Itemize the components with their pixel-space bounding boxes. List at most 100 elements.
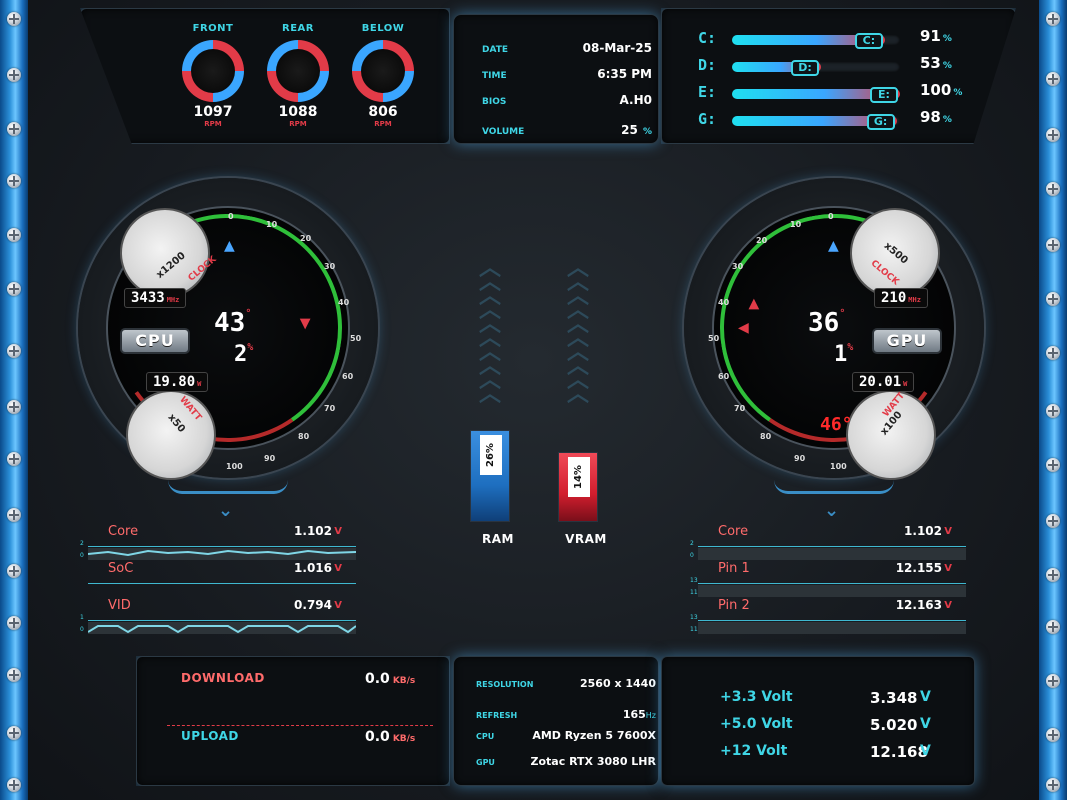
screw-icon <box>1046 238 1060 252</box>
graph-scale: 13 <box>690 614 698 621</box>
screw-icon <box>1046 514 1060 528</box>
gpu-power-unit: W <box>903 380 908 388</box>
clock-subdial <box>120 208 210 298</box>
screw-icon <box>1046 182 1060 196</box>
screw-icon <box>1046 778 1060 792</box>
divider <box>698 583 966 584</box>
screw-icon <box>7 68 21 82</box>
volt-name: Pin 2 <box>718 598 750 613</box>
screw-icon <box>1046 72 1060 86</box>
graph-scale: 11 <box>690 626 698 633</box>
drive-percent-value: 98 <box>920 108 941 126</box>
volt-graph <box>88 548 356 560</box>
volt-value: 1.102 <box>294 524 332 538</box>
drive-percent: 100% <box>920 81 962 99</box>
screw-icon <box>7 344 21 358</box>
rail-unit: V <box>920 689 931 705</box>
cpu-temp-unit: ° <box>245 308 252 319</box>
drive-percent: 91% <box>920 27 952 45</box>
cpu-load: 2% <box>234 342 253 367</box>
drive-percent-value: 91 <box>920 27 941 45</box>
vram-percent-tag: 14% <box>568 457 590 497</box>
screw-icon <box>7 564 21 578</box>
fan-below: BELOW 806 RPM <box>343 23 423 128</box>
cpu-chevron-down-icon[interactable]: ⌄ <box>218 500 233 521</box>
cpu-power-unit: W <box>197 380 202 388</box>
tick-label: 90 <box>794 454 806 463</box>
screw-icon <box>7 778 21 792</box>
tick-label: 30 <box>324 262 336 271</box>
gpu-gauge-arc <box>774 480 894 494</box>
volt-name: Core <box>108 524 139 539</box>
rail-unit: V <box>920 716 931 732</box>
sys-unit: Hz <box>645 711 656 720</box>
vram-bar: 14% <box>558 452 598 522</box>
ram-label: RAM <box>482 532 514 546</box>
sys-refresh-value: 165Hz <box>623 703 656 722</box>
screw-icon <box>1046 458 1060 472</box>
screw-icon <box>7 508 21 522</box>
cpu-gauge-arc <box>168 480 288 494</box>
cpu-clock-unit: MHz <box>166 296 180 304</box>
divider <box>88 620 356 621</box>
rail-name: +3.3 Volt <box>720 689 793 705</box>
screw-icon <box>1046 568 1060 582</box>
graph-scale: 1 <box>80 614 84 621</box>
fan-rpm: 806 <box>368 104 398 120</box>
volt-graph <box>698 585 966 597</box>
sys-value: AMD Ryzen 5 7600X <box>532 729 656 742</box>
drive-letter: E: <box>698 83 717 101</box>
drive-percent: 53% <box>920 54 952 72</box>
drive-percent-unit: % <box>942 115 952 125</box>
screw-icon <box>1046 128 1060 142</box>
info-value: 6:35 PM <box>597 67 652 81</box>
fan-unit: RPM <box>374 120 392 128</box>
graph-scale: 0 <box>690 552 694 559</box>
tick-label: 70 <box>734 404 746 413</box>
drive-percent-value: 100 <box>920 81 952 99</box>
fan-label: REAR <box>282 23 314 34</box>
download-label: DOWNLOAD <box>181 671 265 685</box>
tick-label: 0 <box>828 212 834 221</box>
rail-value: 5.020 <box>870 716 918 734</box>
watt-subdial <box>126 390 216 480</box>
rail-value: 3.348 <box>870 689 918 707</box>
left-rail <box>0 0 28 800</box>
gpu-hotspot-temp: 46° <box>820 414 853 435</box>
sys-gpu: GPU Zotac RTX 3080 LHR <box>476 755 656 768</box>
sys-value: 165 <box>622 708 646 721</box>
fan-front: FRONT 1097 RPM <box>173 23 253 128</box>
tick-label: 20 <box>756 236 768 245</box>
system-panel: RESOLUTION 2560 x 1440 REFRESH 165Hz CPU… <box>453 656 659 786</box>
cpu-volt-row: SoC 1.016 V <box>88 561 356 597</box>
tick-label: 40 <box>718 298 730 307</box>
screw-icon <box>7 174 21 188</box>
upload-value: 0.0 <box>365 729 390 745</box>
drive-percent-unit: % <box>942 34 952 44</box>
download-unit: KB/s <box>392 676 416 686</box>
gpu-power-readout: 20.01 W <box>852 372 915 392</box>
gpu-temp-needle-icon: ▶ <box>745 298 762 310</box>
psu-rails-panel: +3.3 Volt 3.348 V +5.0 Volt 5.020 V +12 … <box>661 656 975 786</box>
gpu-chevron-down-icon[interactable]: ⌄ <box>824 500 839 521</box>
divider <box>698 546 966 547</box>
volt-value: 12.163 <box>895 598 942 612</box>
screw-icon <box>7 452 21 466</box>
sys-key: GPU <box>476 758 495 767</box>
vram-label: VRAM <box>565 532 607 546</box>
gpu-volt-row: Pin 1 12.155 V 13 11 <box>690 561 966 597</box>
fan-rear: REAR 1088 RPM <box>258 23 338 128</box>
tick-label: 30 <box>732 262 744 271</box>
drive-letter: C: <box>698 29 717 47</box>
screw-icon <box>7 282 21 296</box>
drive-percent-unit: % <box>953 88 963 98</box>
info-volume: VOLUME 25 % <box>482 119 652 138</box>
gpu-temperature: 36° <box>808 308 845 338</box>
screw-icon <box>1046 728 1060 742</box>
cpu-temperature: 43° <box>214 308 251 338</box>
info-unit: % <box>642 127 652 137</box>
tick-label: 60 <box>342 372 354 381</box>
gpu-temp-value: 36 <box>808 308 840 338</box>
drive-letter: G: <box>698 110 717 128</box>
cpu-clock-value: 3433 <box>131 290 165 306</box>
